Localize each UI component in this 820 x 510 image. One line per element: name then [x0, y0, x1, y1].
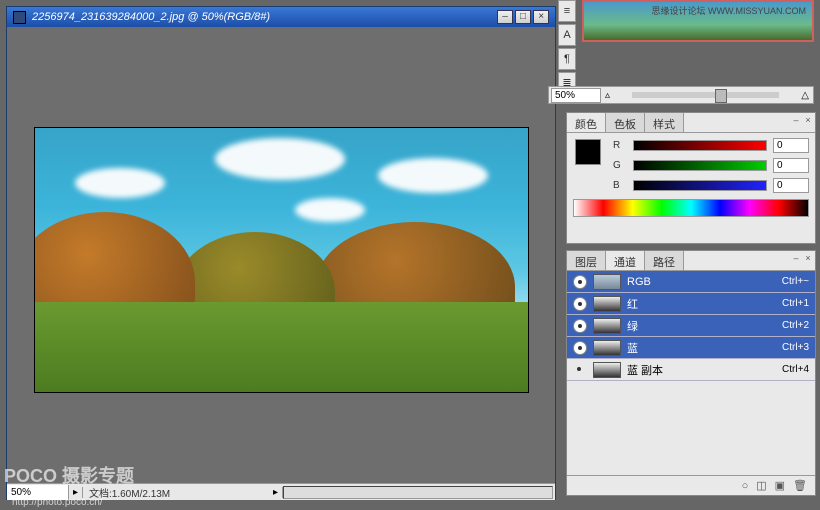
- color-panel-tabs: 颜色 色板 样式: [567, 113, 815, 133]
- b-slider[interactable]: [633, 180, 767, 191]
- visibility-icon[interactable]: [573, 363, 587, 377]
- close-button[interactable]: ×: [533, 10, 549, 24]
- maximize-button[interactable]: □: [515, 10, 531, 24]
- save-selection-icon[interactable]: ◫: [756, 479, 766, 492]
- channels-panel: –× 图层 通道 路径 RGBCtrl+~红Ctrl+1绿Ctrl+2蓝Ctrl…: [566, 250, 816, 496]
- channels-panel-tabs: 图层 通道 路径: [567, 251, 815, 271]
- minimize-button[interactable]: –: [497, 10, 513, 24]
- canvas-area[interactable]: [7, 27, 555, 483]
- channel-name: 蓝: [627, 340, 782, 356]
- panel-minimize-icon[interactable]: –: [791, 253, 801, 263]
- visibility-icon[interactable]: [573, 275, 587, 289]
- b-label: B: [613, 180, 627, 191]
- channel-thumbnail: [593, 340, 621, 356]
- document-titlebar[interactable]: 2256974_231639284000_2.jpg @ 50%(RGB/8#)…: [7, 7, 555, 27]
- g-label: G: [613, 160, 627, 171]
- watermark-logo: POCO 摄影专题: [4, 462, 134, 488]
- g-value[interactable]: 0: [773, 158, 809, 173]
- channel-name: 红: [627, 296, 782, 312]
- channel-row[interactable]: 红Ctrl+1: [567, 293, 815, 315]
- text-center-icon[interactable]: ¶: [558, 48, 576, 70]
- foreground-swatch[interactable]: [575, 139, 601, 165]
- channel-thumbnail: [593, 318, 621, 334]
- channel-shortcut: Ctrl+~: [782, 276, 809, 287]
- channel-shortcut: Ctrl+4: [782, 364, 809, 375]
- tab-color[interactable]: 颜色: [567, 113, 606, 132]
- tab-layers[interactable]: 图层: [567, 251, 606, 270]
- panel-close-icon[interactable]: ×: [803, 253, 813, 263]
- panel-minimize-icon[interactable]: –: [791, 115, 801, 125]
- tab-paths[interactable]: 路径: [645, 251, 684, 270]
- channel-shortcut: Ctrl+2: [782, 320, 809, 331]
- new-channel-icon[interactable]: ▣: [775, 479, 785, 492]
- channel-row[interactable]: 蓝 副本Ctrl+4: [567, 359, 815, 381]
- tool-icon[interactable]: ≡: [558, 0, 576, 22]
- r-value[interactable]: 0: [773, 138, 809, 153]
- channel-name: RGB: [627, 276, 782, 288]
- h-scrollbar[interactable]: [283, 486, 553, 499]
- g-slider[interactable]: [633, 160, 767, 171]
- channel-thumbnail: [593, 274, 621, 290]
- delete-channel-icon[interactable]: 🗑: [793, 479, 807, 492]
- tab-channels[interactable]: 通道: [606, 251, 645, 270]
- zoom-out-icon[interactable]: ▵: [605, 90, 610, 101]
- channel-list: RGBCtrl+~红Ctrl+1绿Ctrl+2蓝Ctrl+3蓝 副本Ctrl+4: [567, 271, 815, 381]
- channel-thumbnail: [593, 362, 621, 378]
- b-value[interactable]: 0: [773, 178, 809, 193]
- channel-panel-footer: ○ ◫ ▣ 🗑: [567, 475, 815, 495]
- r-slider[interactable]: [633, 140, 767, 151]
- tab-styles[interactable]: 样式: [645, 113, 684, 132]
- tab-swatches[interactable]: 色板: [606, 113, 645, 132]
- color-ramp[interactable]: [573, 199, 809, 217]
- document-title: 2256974_231639284000_2.jpg @ 50%(RGB/8#): [32, 11, 270, 23]
- navigator-zoom-field[interactable]: 50%: [551, 88, 601, 103]
- zoom-in-icon[interactable]: △: [801, 90, 809, 101]
- document-window: 2256974_231639284000_2.jpg @ 50%(RGB/8#)…: [6, 6, 556, 500]
- watermark-url: http://photo.poco.cn/: [12, 497, 103, 508]
- text-left-icon[interactable]: A: [558, 24, 576, 46]
- visibility-icon[interactable]: [573, 297, 587, 311]
- channel-row[interactable]: 绿Ctrl+2: [567, 315, 815, 337]
- load-selection-icon[interactable]: ○: [742, 480, 749, 492]
- r-label: R: [613, 140, 627, 151]
- navigator-zoom-bar: 50% ▵ △: [548, 86, 814, 104]
- channel-shortcut: Ctrl+3: [782, 342, 809, 353]
- channel-row[interactable]: 蓝Ctrl+3: [567, 337, 815, 359]
- visibility-icon[interactable]: [573, 319, 587, 333]
- navigator-thumbnail[interactable]: 思缘设计论坛 WWW.MISSYUAN.COM: [582, 0, 814, 42]
- app-icon: [13, 11, 26, 24]
- channel-shortcut: Ctrl+1: [782, 298, 809, 309]
- visibility-icon[interactable]: [573, 341, 587, 355]
- options-strip: ≡ A ¶ ≣: [558, 0, 576, 96]
- channel-thumbnail: [593, 296, 621, 312]
- channel-name: 绿: [627, 318, 782, 334]
- channel-row[interactable]: RGBCtrl+~: [567, 271, 815, 293]
- panel-close-icon[interactable]: ×: [803, 115, 813, 125]
- navigator-zoom-slider[interactable]: [632, 92, 779, 98]
- info-menu-button[interactable]: ▸: [269, 487, 283, 498]
- zoom-menu-button[interactable]: ▸: [69, 487, 83, 498]
- channel-name: 蓝 副本: [627, 362, 782, 378]
- image-canvas[interactable]: [34, 127, 529, 393]
- color-panel: –× 颜色 色板 样式 R 0 G 0 B 0: [566, 112, 816, 244]
